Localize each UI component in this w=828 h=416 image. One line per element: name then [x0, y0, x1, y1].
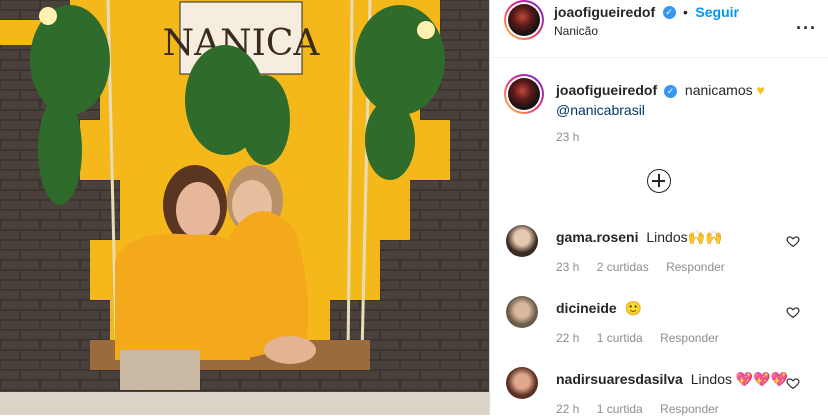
reply-button[interactable]: Responder	[660, 402, 719, 416]
comment-item: gama.roseni Lindos🙌🙌 23 h 2 curtidas Res…	[490, 225, 828, 285]
caption-text: nanicamos	[684, 82, 753, 98]
comment-emoji: 🙂	[624, 300, 643, 316]
commenter-avatar[interactable]	[506, 367, 538, 399]
post-panel: joaofigueiredof ✓ • Seguir Nanicão ··· j…	[489, 0, 828, 416]
comment-item: nadirsuaresdasilva Lindos 💖💖💖 22 h 1 cur…	[490, 367, 828, 416]
yellow-heart-icon: ♥	[756, 82, 765, 98]
caption-mention[interactable]: @nanicabrasil	[556, 102, 645, 118]
like-heart-icon[interactable]	[786, 234, 800, 248]
comment-emoji: 🙌🙌	[687, 229, 723, 245]
more-options-icon[interactable]: ···	[796, 18, 817, 39]
post-header: joaofigueiredof ✓ • Seguir Nanicão ···	[490, 0, 828, 58]
comment-likes[interactable]: 2 curtidas	[597, 260, 649, 274]
comment-likes[interactable]: 1 curtida	[597, 331, 643, 345]
author-avatar[interactable]	[504, 0, 544, 40]
commenter-avatar[interactable]	[506, 225, 538, 257]
like-heart-icon[interactable]	[786, 376, 800, 390]
comment-likes[interactable]: 1 curtida	[597, 402, 643, 416]
comment-emoji: 💖💖💖	[735, 371, 789, 387]
verified-badge-icon: ✓	[664, 84, 678, 98]
comment-text: Lindos	[690, 371, 733, 387]
load-more-comments-icon[interactable]	[647, 169, 671, 193]
caption-block: joaofigueiredof ✓ nanicamos ♥ @nanicabra…	[490, 72, 828, 152]
reply-button[interactable]: Responder	[660, 331, 719, 345]
comment-text: Lindos	[646, 229, 688, 245]
caption-username[interactable]: joaofigueiredof	[556, 82, 657, 98]
follow-button[interactable]: Seguir	[695, 4, 739, 20]
caption-timestamp: 23 h	[556, 130, 580, 144]
comment-item: dicineide 🙂 22 h 1 curtida Responder	[490, 296, 828, 356]
commenter-username[interactable]: nadirsuaresdasilva	[556, 371, 683, 387]
commenter-username[interactable]: dicineide	[556, 300, 617, 316]
comment-time: 23 h	[556, 260, 580, 274]
reply-button[interactable]: Responder	[666, 260, 725, 274]
location-link[interactable]: Nanicão	[554, 24, 598, 38]
commenter-username[interactable]: gama.roseni	[556, 229, 638, 245]
post-photo[interactable]: NANICA	[0, 0, 489, 415]
caption-avatar[interactable]	[504, 74, 544, 114]
comment-time: 22 h	[556, 402, 580, 416]
comment-time: 22 h	[556, 331, 580, 345]
commenter-avatar[interactable]	[506, 296, 538, 328]
verified-badge-icon: ✓	[662, 6, 676, 20]
like-heart-icon[interactable]	[786, 305, 800, 319]
author-username[interactable]: joaofigueiredof	[554, 4, 655, 20]
post-image: NANICA	[0, 0, 489, 415]
